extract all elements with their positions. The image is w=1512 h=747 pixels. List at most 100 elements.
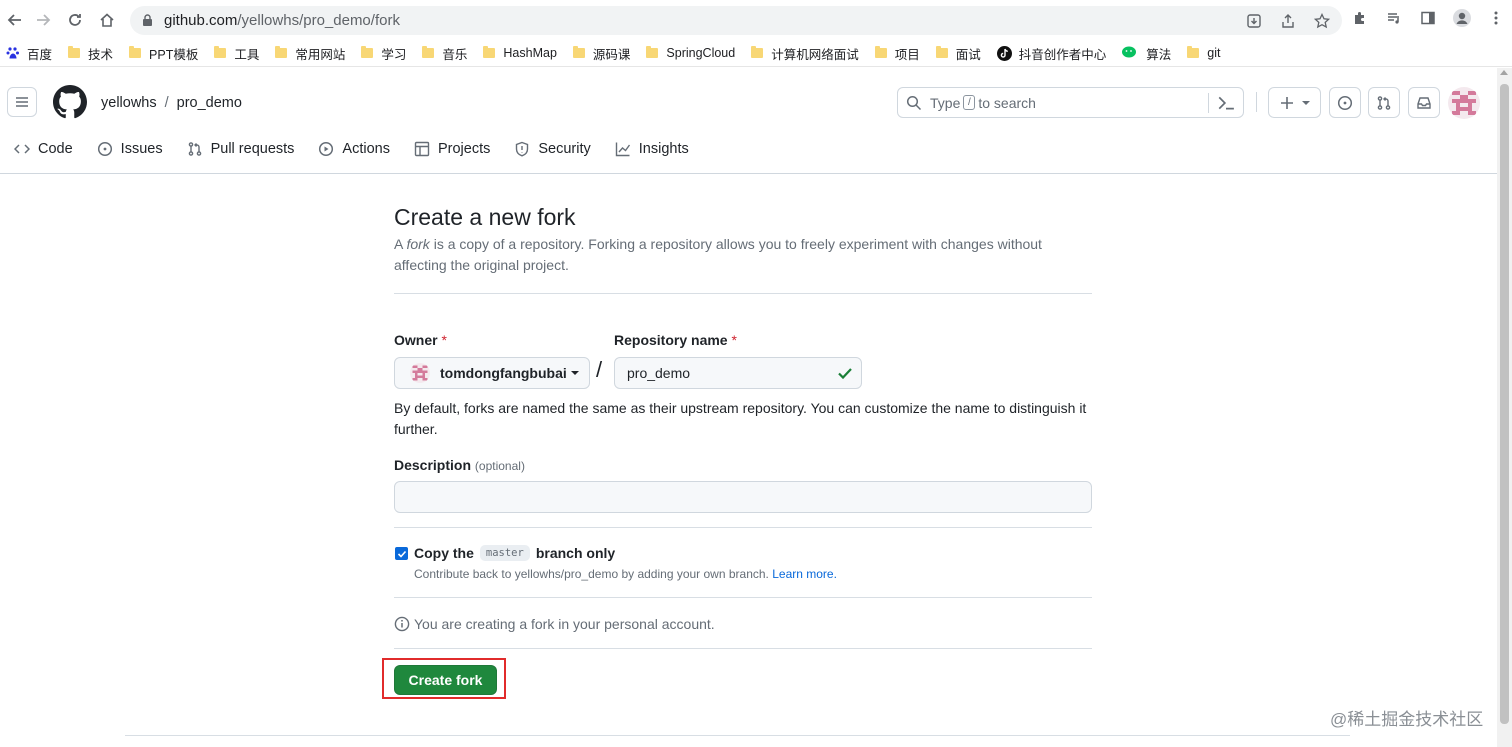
- kebab-menu-icon[interactable]: [1486, 8, 1506, 28]
- pull-requests-button[interactable]: [1368, 87, 1400, 118]
- back-button[interactable]: [0, 5, 30, 35]
- github-logo-icon[interactable]: [53, 85, 87, 119]
- folder-icon: [214, 46, 227, 58]
- bookmark-folder[interactable]: 项目: [874, 44, 920, 63]
- tab-label: Actions: [342, 141, 390, 157]
- graph-icon: [615, 142, 630, 157]
- tab-label: Projects: [437, 141, 491, 157]
- scroll-up-arrow-icon[interactable]: [1500, 70, 1508, 75]
- pull-request-icon: [188, 142, 201, 156]
- folder-icon: [935, 46, 948, 58]
- bookmark-folder[interactable]: 音乐: [422, 44, 467, 63]
- header-divider: [1256, 92, 1257, 112]
- create-new-button[interactable]: [1268, 87, 1321, 118]
- repo-name-help: By default, forks are named the same as …: [394, 400, 1087, 437]
- watermark: @稀土掘金技术社区: [1330, 710, 1484, 729]
- tab-projects[interactable]: Projects: [414, 141, 490, 157]
- repository-name-field[interactable]: pro_demo: [614, 357, 862, 389]
- bookmark-folder[interactable]: git: [1187, 46, 1221, 60]
- bookmark-folder[interactable]: 工具: [214, 44, 259, 63]
- bookmark-baidu[interactable]: 百度: [6, 44, 52, 63]
- footer-divider: [125, 735, 1350, 736]
- copy-prefix: Copy the: [414, 545, 474, 561]
- omnibox-actions: [1244, 6, 1332, 35]
- description-input[interactable]: [394, 481, 1092, 513]
- scrollbar-thumb[interactable]: [1500, 84, 1509, 724]
- search-shortcut-key: /: [963, 95, 976, 110]
- shield-icon: [516, 141, 529, 157]
- bookmark-folder[interactable]: 学习: [361, 44, 406, 63]
- home-button[interactable]: [92, 5, 122, 35]
- tab-actions[interactable]: Actions: [318, 141, 390, 157]
- tab-code[interactable]: Code: [14, 141, 73, 157]
- page-title: Create a new fork: [394, 204, 576, 230]
- learn-more-link[interactable]: Learn more.: [772, 567, 837, 581]
- bookmark-folder[interactable]: PPT模板: [129, 44, 198, 63]
- branch-name: master: [479, 545, 530, 561]
- menu-button[interactable]: [7, 87, 37, 117]
- owner-label-text: Owner: [394, 332, 438, 348]
- required-mark: *: [731, 332, 737, 348]
- address-bar[interactable]: github.com/yellowhs/pro_demo/fork: [130, 6, 1342, 35]
- baidu-icon: [6, 46, 20, 60]
- side-panel-icon[interactable]: [1418, 8, 1438, 28]
- tab-label: Issues: [120, 141, 163, 157]
- breadcrumb-owner-link[interactable]: yellowhs: [101, 95, 157, 111]
- bookmark-folder[interactable]: 源码课: [572, 44, 630, 63]
- bookmark-wechat[interactable]: 算法: [1122, 44, 1171, 63]
- folder-icon: [751, 46, 764, 58]
- bookmark-label: 计算机网络面试: [771, 47, 859, 62]
- bookmark-folder[interactable]: 技术: [68, 44, 113, 63]
- copy-branch-label[interactable]: Copy the master branch only: [414, 545, 615, 561]
- folder-icon: [572, 46, 585, 58]
- bookmark-label: 面试: [955, 47, 981, 62]
- bookmarks-bar: 百度 技术 PPT模板 工具 常用网站 学习 音乐 HashMap 源码课 Sp…: [0, 40, 1512, 67]
- tab-pull-requests[interactable]: Pull requests: [187, 141, 294, 157]
- bookmark-folder[interactable]: 面试: [935, 44, 981, 63]
- github-header: yellowhs / pro_demo Type / to search Cod…: [0, 68, 1497, 174]
- lock-icon: [142, 14, 154, 28]
- bookmark-label: 音乐: [442, 47, 468, 62]
- forward-button[interactable]: [28, 5, 58, 35]
- owner-select[interactable]: tomdongfangbubai: [394, 357, 590, 389]
- search-divider: [1208, 93, 1209, 113]
- puzzle-icon[interactable]: [1350, 8, 1370, 28]
- required-mark: *: [441, 332, 447, 348]
- search-placeholder-prefix: Type: [930, 94, 961, 111]
- owner-value: tomdongfangbubai: [440, 365, 567, 381]
- issues-button[interactable]: [1329, 87, 1361, 118]
- breadcrumb-repo-link[interactable]: pro_demo: [177, 95, 242, 111]
- bookmark-tiktok[interactable]: 抖音创作者中心: [996, 44, 1107, 63]
- tab-insights[interactable]: Insights: [615, 141, 689, 157]
- subtitle-fork-word: fork: [406, 236, 430, 252]
- arrow-right-icon: [37, 14, 51, 26]
- command-palette-icon[interactable]: [1217, 94, 1235, 112]
- bookmark-folder[interactable]: 常用网站: [275, 44, 345, 63]
- tab-label: Security: [538, 141, 591, 157]
- star-icon[interactable]: [1312, 11, 1332, 31]
- share-icon[interactable]: [1278, 11, 1298, 31]
- user-avatar[interactable]: [1448, 87, 1480, 119]
- folder-icon: [874, 46, 887, 58]
- copy-suffix: branch only: [535, 545, 616, 561]
- tab-security[interactable]: Security: [514, 141, 591, 157]
- copy-branch-checkbox[interactable]: [395, 547, 408, 560]
- install-icon[interactable]: [1244, 11, 1264, 31]
- bookmark-folder[interactable]: 计算机网络面试: [751, 44, 859, 63]
- reload-button[interactable]: [60, 5, 90, 35]
- media-icon[interactable]: [1384, 8, 1404, 28]
- tab-issues[interactable]: Issues: [97, 141, 163, 157]
- play-icon: [319, 141, 334, 157]
- bookmark-folder[interactable]: SpringCloud: [646, 46, 735, 60]
- create-fork-button[interactable]: Create fork: [394, 665, 497, 695]
- divider: [394, 293, 1092, 294]
- profile-icon[interactable]: [1452, 8, 1472, 28]
- bookmark-label: 抖音创作者中心: [1018, 47, 1107, 62]
- bookmark-folder[interactable]: HashMap: [483, 46, 557, 60]
- description-label-text: Description: [394, 457, 472, 473]
- folder-icon: [422, 46, 435, 58]
- bookmark-label: 技术: [88, 47, 114, 62]
- folder-icon: [129, 46, 142, 58]
- inbox-button[interactable]: [1408, 87, 1440, 118]
- search-input[interactable]: Type / to search: [897, 87, 1244, 118]
